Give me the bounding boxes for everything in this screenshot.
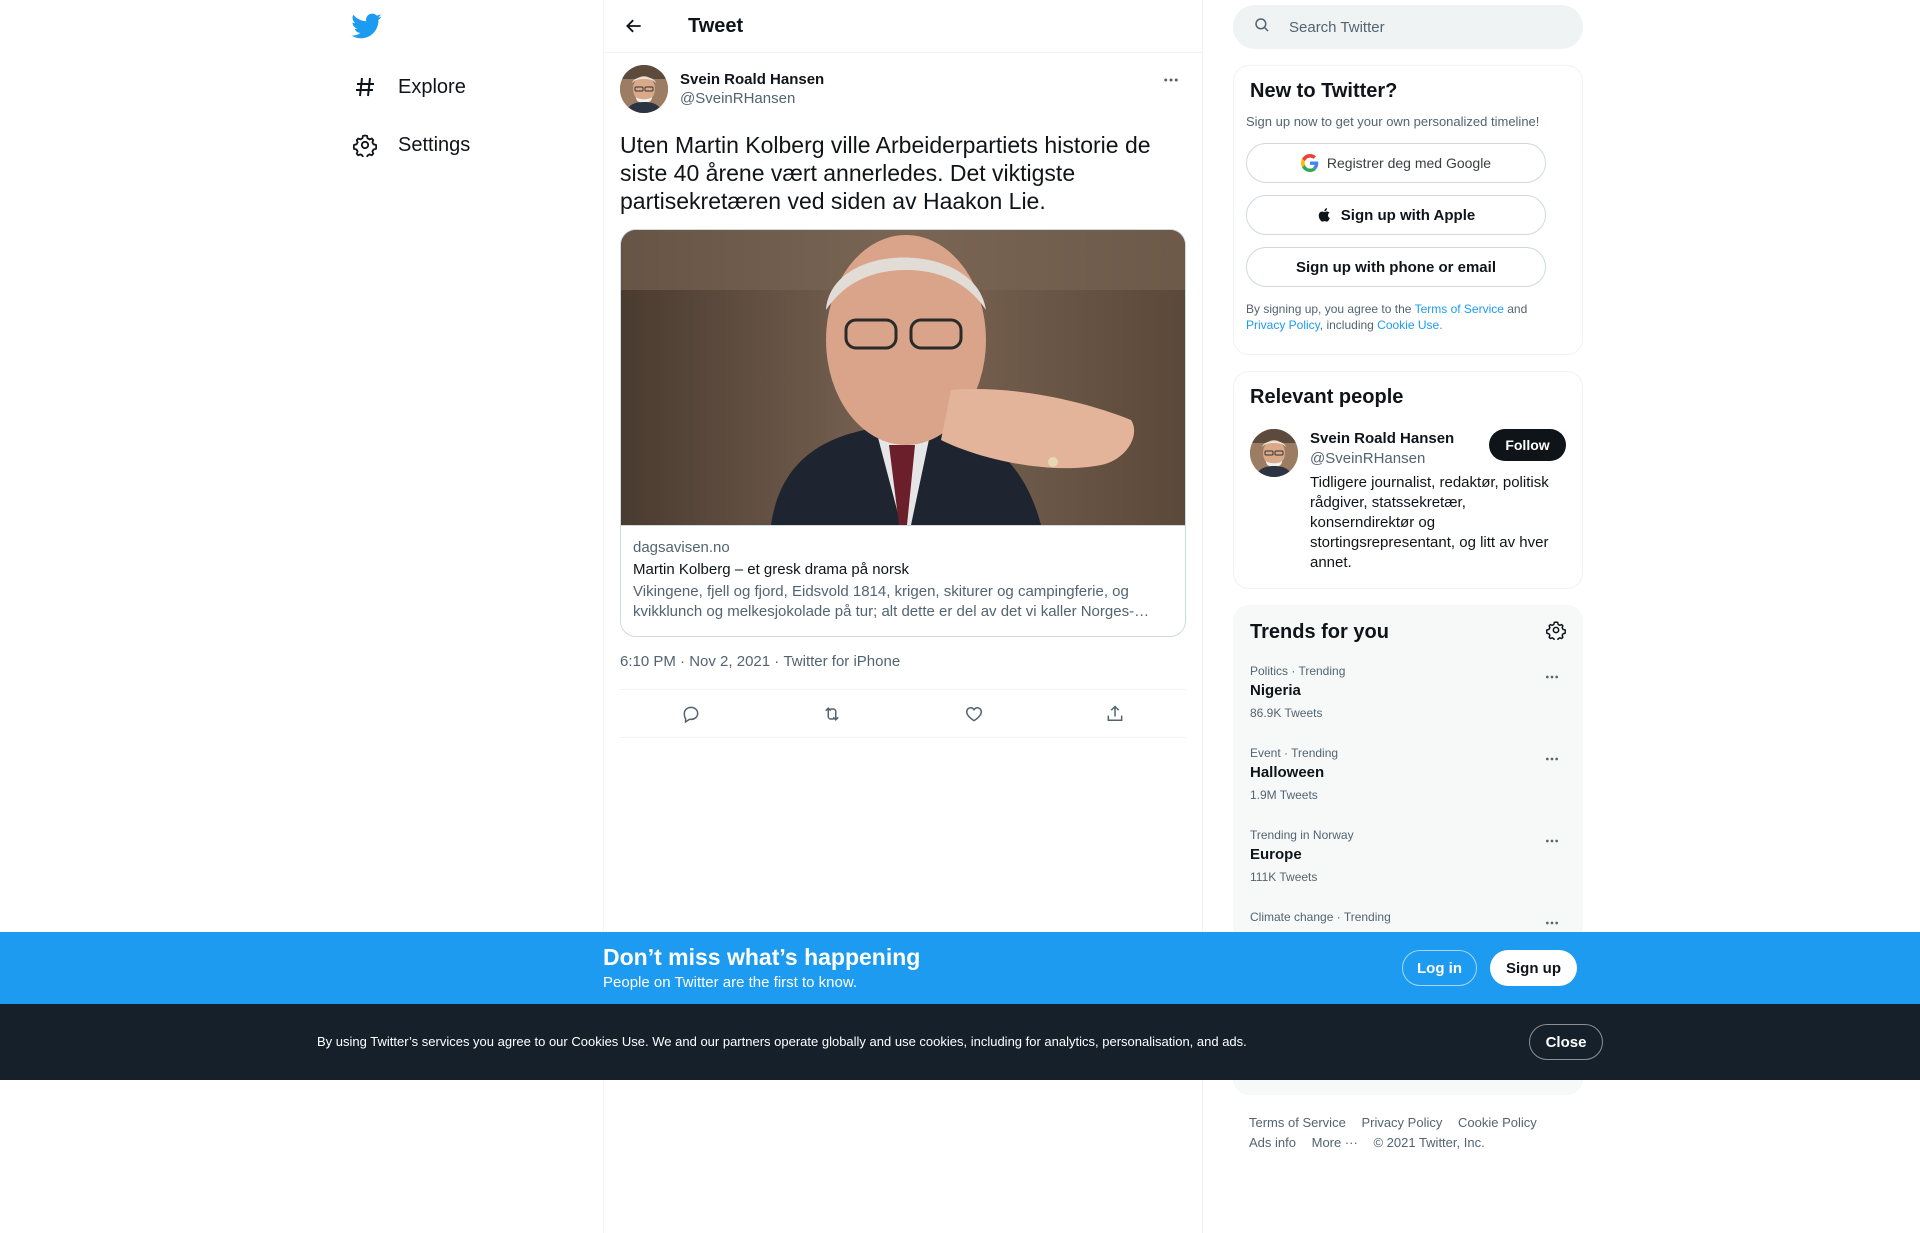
- cookie-use-link[interactable]: Cookie Use.: [1377, 318, 1442, 332]
- google-icon: [1300, 154, 1319, 172]
- more-options-icon[interactable]: [1538, 827, 1566, 855]
- google-signup-button[interactable]: Registrer deg med Google: [1246, 143, 1546, 183]
- follow-button[interactable]: Follow: [1489, 429, 1566, 461]
- phone-email-signup-label: Sign up with phone or email: [1295, 258, 1496, 276]
- phone-email-signup-button[interactable]: Sign up with phone or email: [1246, 247, 1546, 287]
- cookie-text: By using Twitter’s services you agree to…: [317, 1034, 1247, 1049]
- footer-copyright: © 2021 Twitter, Inc.: [1373, 1135, 1485, 1150]
- person-bio: Tidligere journalist, redaktør, politisk…: [1310, 474, 1549, 571]
- card-description: Vikingene, fjell og fjord, Eidsvold 1814…: [633, 583, 1150, 620]
- trend-category: Climate change · Trending: [1250, 910, 1391, 924]
- google-signup-label: Registrer deg med Google: [1326, 155, 1492, 171]
- tweet-date[interactable]: Nov 2, 2021: [689, 653, 770, 673]
- tweet-actions: [620, 689, 1186, 738]
- trend-category: Politics · Trending: [1250, 664, 1346, 678]
- footer-cookie-link[interactable]: Cookie Policy: [1458, 1115, 1537, 1130]
- more-options-icon[interactable]: [1538, 745, 1566, 773]
- author-name[interactable]: Svein Roald Hansen: [680, 70, 824, 89]
- trend-count: 111K Tweets: [1250, 870, 1318, 884]
- panel-title: Relevant people: [1250, 386, 1404, 408]
- trend-name: Halloween: [1250, 764, 1325, 781]
- trend-category: Event · Trending: [1250, 746, 1339, 760]
- avatar[interactable]: [1250, 429, 1298, 477]
- cookie-consent-bar: By using Twitter’s services you agree to…: [0, 1004, 1920, 1080]
- search-icon: [1253, 16, 1271, 39]
- search-bar[interactable]: [1233, 5, 1583, 49]
- back-arrow-icon[interactable]: [620, 12, 648, 40]
- terms-link[interactable]: Terms of Service: [1415, 302, 1504, 316]
- legal-and: and: [1503, 302, 1528, 316]
- trend-count: 1.9M Tweets: [1250, 788, 1318, 802]
- panel-title: New to Twitter?: [1250, 80, 1398, 102]
- share-icon[interactable]: [1097, 696, 1133, 732]
- gear-icon[interactable]: [1545, 620, 1567, 645]
- hashtag-icon: [352, 74, 378, 100]
- footer-more-link[interactable]: More ···: [1312, 1135, 1358, 1150]
- panel-subtitle: Sign up now to get your own personalized…: [1246, 114, 1540, 129]
- footer-links: Terms of Service Privacy Policy Cookie P…: [1249, 1113, 1579, 1153]
- card-image: [621, 230, 1185, 525]
- apple-signup-button[interactable]: Sign up with Apple: [1246, 195, 1546, 235]
- legal-including: , including: [1319, 318, 1378, 332]
- like-heart-icon[interactable]: [956, 696, 992, 732]
- close-button[interactable]: Close: [1529, 1024, 1603, 1060]
- card-title: Martin Kolberg – et gresk drama på norsk: [633, 561, 909, 578]
- banner-title: Don’t miss what’s happening: [603, 944, 921, 970]
- trend-name: Europe: [1250, 846, 1302, 863]
- legal-prefix: By signing up, you agree to the: [1246, 302, 1415, 316]
- tweet: Svein Roald Hansen @SveinRHansen Uten Ma…: [604, 53, 1202, 738]
- gear-icon: [352, 132, 378, 158]
- signup-legal-text: By signing up, you agree to the Terms of…: [1246, 301, 1570, 333]
- twitter-bird-icon[interactable]: [350, 10, 382, 42]
- footer-ads-link[interactable]: Ads info: [1249, 1135, 1296, 1150]
- trend-name: Nigeria: [1250, 682, 1301, 699]
- tweet-source[interactable]: Twitter for iPhone: [783, 653, 900, 673]
- tweet-text: Uten Martin Kolberg ville Arbeiderpartie…: [620, 132, 1151, 214]
- login-button[interactable]: Log in: [1402, 950, 1477, 986]
- footer-privacy-link[interactable]: Privacy Policy: [1361, 1115, 1442, 1130]
- avatar[interactable]: [620, 65, 668, 113]
- new-to-twitter-panel: New to Twitter? Sign up now to get your …: [1233, 65, 1583, 355]
- apple-icon: [1317, 206, 1333, 224]
- tweet-time[interactable]: 6:10 PM: [620, 653, 676, 673]
- signup-button[interactable]: Sign up: [1490, 950, 1577, 986]
- link-card[interactable]: dagsavisen.no Martin Kolberg – et gresk …: [620, 229, 1186, 637]
- trend-item[interactable]: Event · Trending Halloween 1.9M Tweets: [1250, 745, 1566, 809]
- card-domain: dagsavisen.no: [633, 539, 730, 556]
- nav-settings[interactable]: Settings: [352, 125, 470, 165]
- page-title: Tweet: [688, 14, 744, 37]
- relevant-people-panel: Relevant people Svein Roald Hansen @Svei…: [1233, 371, 1583, 589]
- more-options-icon[interactable]: [1538, 663, 1566, 691]
- search-input[interactable]: [1289, 18, 1549, 36]
- banner-subtitle: People on Twitter are the first to know.: [603, 974, 858, 991]
- signup-banner: Don’t miss what’s happening People on Tw…: [0, 932, 1920, 1004]
- tweet-meta: 6:10 PM · Nov 2, 2021 · Twitter for iPho…: [620, 653, 1186, 673]
- retweet-icon[interactable]: [814, 696, 850, 732]
- apple-signup-label: Sign up with Apple: [1340, 206, 1476, 224]
- trend-item[interactable]: Politics · Trending Nigeria 86.9K Tweets: [1250, 663, 1566, 727]
- trend-count: 86.9K Tweets: [1250, 706, 1323, 720]
- meta-separator: ·: [675, 653, 690, 670]
- reply-icon[interactable]: [673, 696, 709, 732]
- nav-settings-label: Settings: [398, 133, 471, 156]
- trend-category: Trending in Norway: [1250, 828, 1354, 842]
- footer-terms-link[interactable]: Terms of Service: [1249, 1115, 1346, 1130]
- privacy-link[interactable]: Privacy Policy: [1246, 318, 1320, 332]
- meta-separator: ·: [770, 653, 784, 670]
- author-handle[interactable]: @SveinRHansen: [680, 89, 824, 109]
- nav-explore-label: Explore: [398, 75, 466, 98]
- nav-explore[interactable]: Explore: [352, 67, 466, 107]
- tweet-header: Svein Roald Hansen @SveinRHansen: [620, 65, 1186, 119]
- trend-item[interactable]: Trending in Norway Europe 111K Tweets: [1250, 827, 1566, 891]
- panel-title: Trends for you: [1250, 621, 1389, 643]
- person-entry[interactable]: Svein Roald Hansen @SveinRHansen Tidlige…: [1250, 429, 1566, 573]
- page-header: Tweet: [604, 0, 1202, 53]
- more-options-icon[interactable]: [1156, 65, 1186, 95]
